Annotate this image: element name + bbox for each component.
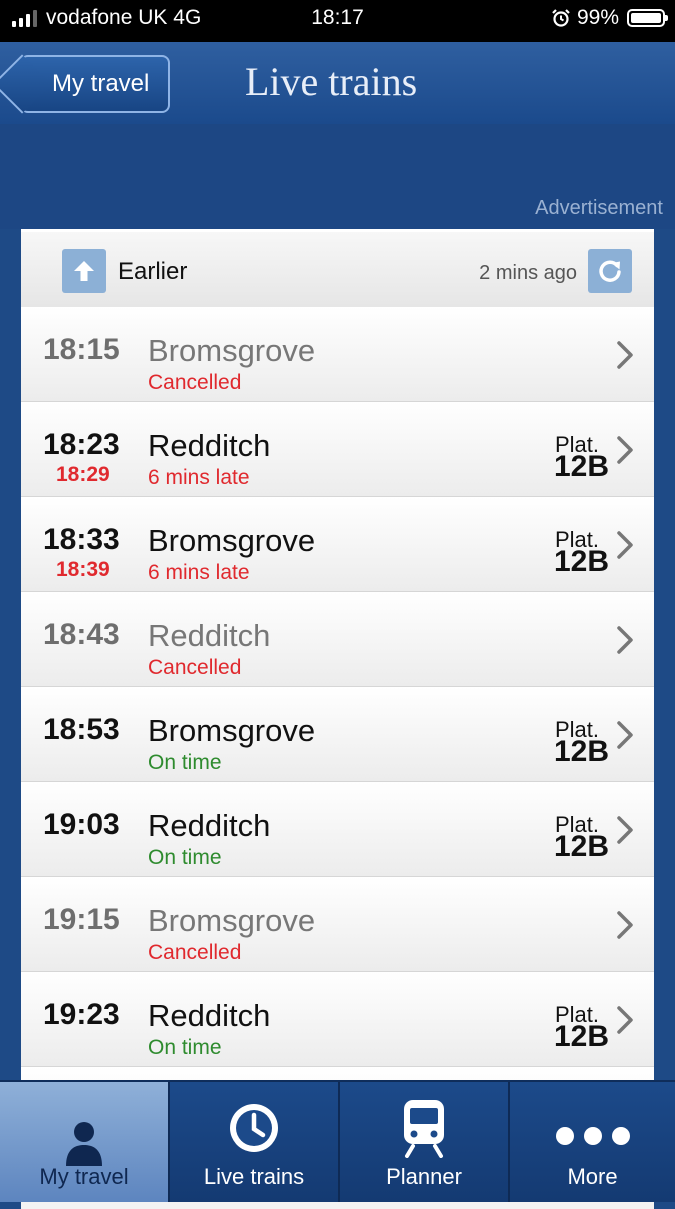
- train-row[interactable]: 18:23 18:29 Redditch 6 mins late Plat. 12B: [21, 402, 654, 497]
- destination-name: Redditch: [148, 808, 271, 843]
- departure-time: 18:15: [43, 333, 120, 366]
- departure-time: 18:33: [43, 523, 120, 556]
- expected-time: 18:39: [56, 558, 110, 581]
- refresh-icon: [599, 260, 621, 282]
- train-status: On time: [148, 846, 222, 869]
- destination-name: Redditch: [148, 618, 271, 653]
- platform-number: 12B: [553, 735, 609, 768]
- up-arrow-icon: [74, 261, 94, 281]
- status-bar: vodafone UK 4G 18:17 99%: [0, 0, 675, 42]
- destination-name: Bromsgrove: [148, 713, 316, 748]
- departures-list: Earlier 2 mins ago 18:15 Bromsgrove Cancel…: [21, 229, 654, 1209]
- tab-more[interactable]: More: [508, 1082, 675, 1202]
- destination-name: Bromsgrove: [148, 903, 316, 938]
- train-icon: [404, 1100, 444, 1158]
- tab-my-travel[interactable]: My travel: [0, 1082, 168, 1202]
- back-button[interactable]: My travel: [20, 55, 170, 113]
- train-row[interactable]: 19:15 Bromsgrove Cancelled: [21, 877, 654, 972]
- train-status: Cancelled: [148, 941, 242, 964]
- tab-live-trains[interactable]: Live trains: [168, 1082, 338, 1202]
- chevron-right-icon: [617, 816, 633, 844]
- train-status: 6 mins late: [148, 561, 250, 584]
- platform-number: 12B: [553, 450, 609, 483]
- refresh-button[interactable]: [588, 249, 632, 293]
- status-right: 99%: [551, 6, 668, 30]
- train-row[interactable]: 18:15 Bromsgrove Cancelled: [21, 307, 654, 402]
- advertisement-label: Advertisement: [535, 197, 663, 219]
- clock-icon: [230, 1104, 278, 1152]
- chevron-right-icon: [617, 911, 633, 939]
- destination-name: Bromsgrove: [148, 523, 316, 558]
- chevron-right-icon: [617, 721, 633, 749]
- departure-time: 18:43: [43, 618, 120, 651]
- destination-name: Bromsgrove: [148, 333, 316, 368]
- train-status: Cancelled: [148, 656, 242, 679]
- departure-time: 19:03: [43, 808, 120, 841]
- departure-time: 19:23: [43, 998, 120, 1031]
- more-dots-icon: [555, 1127, 630, 1145]
- train-status: 6 mins late: [148, 466, 250, 489]
- person-icon: [66, 1122, 102, 1166]
- last-updated-text: 2 mins ago: [479, 262, 577, 284]
- back-button-label: My travel: [52, 70, 150, 97]
- chevron-right-icon: [617, 436, 633, 464]
- train-status: Cancelled: [148, 371, 242, 394]
- departure-time: 18:23: [43, 428, 120, 461]
- tab-label: More: [567, 1164, 618, 1189]
- train-row[interactable]: 18:33 18:39 Bromsgrove 6 mins late Plat. 12B: [21, 497, 654, 592]
- train-row[interactable]: 18:53 Bromsgrove On time Plat. 12B: [21, 687, 654, 782]
- battery-icon: [627, 9, 668, 27]
- departure-time: 19:15: [43, 903, 120, 936]
- train-row[interactable]: 19:03 Redditch On time Plat. 12B: [21, 782, 654, 877]
- destination-name: Redditch: [148, 998, 271, 1033]
- chevron-right-icon: [617, 1006, 633, 1034]
- chevron-right-icon: [617, 626, 633, 654]
- alarm-icon: [552, 9, 570, 27]
- destination-name: Redditch: [148, 428, 271, 463]
- tab-label: Planner: [386, 1164, 462, 1189]
- tab-planner[interactable]: Planner: [338, 1082, 508, 1202]
- tab-label: Live trains: [203, 1164, 305, 1189]
- platform-number: 12B: [553, 830, 609, 863]
- departure-time: 18:53: [43, 713, 120, 746]
- tab-label: My travel: [39, 1164, 129, 1189]
- chevron-right-icon: [617, 341, 633, 369]
- expected-time: 18:29: [56, 463, 110, 486]
- platform-number: 12B: [553, 545, 609, 578]
- earlier-label[interactable]: Earlier: [118, 258, 187, 286]
- tab-bar: My travel Live trains Planner More: [0, 1080, 675, 1202]
- earlier-row: Earlier 2 mins ago: [21, 229, 654, 307]
- page-title: Live trains: [245, 59, 418, 104]
- battery-percent: 99%: [576, 6, 619, 29]
- train-row[interactable]: 19:23 Redditch On time Plat. 12B: [21, 972, 654, 1067]
- train-row[interactable]: 18:43 Redditch Cancelled: [21, 592, 654, 687]
- train-status: On time: [148, 1036, 222, 1059]
- train-status: On time: [148, 751, 222, 774]
- platform-number: 12B: [553, 1020, 609, 1053]
- navigation-bar: My travel Live trains: [0, 42, 675, 125]
- chevron-right-icon: [617, 531, 633, 559]
- earlier-button[interactable]: [62, 249, 106, 293]
